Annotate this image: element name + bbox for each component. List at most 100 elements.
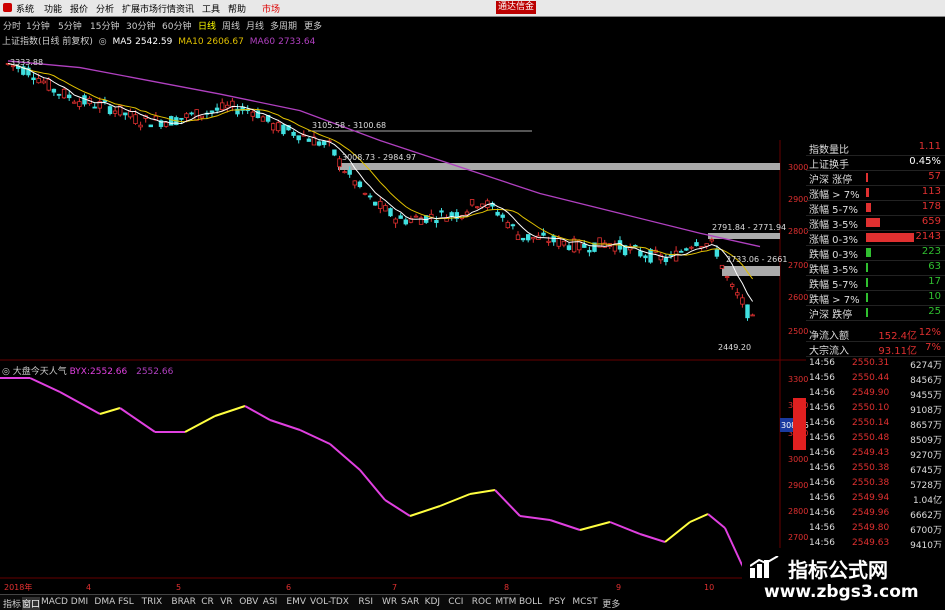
date-axis-tick: 7 [392,583,397,592]
stat-value: 17 [928,276,941,287]
indicator-segment [29,377,61,393]
indicator-tab[interactable]: CR [201,597,214,607]
trade-volume: 9455万 [910,391,942,401]
candle-body [500,214,505,218]
candle-body [469,199,475,206]
trade-row: 14:56 2550.48 8509万 [806,433,945,446]
indicator-segment [519,515,551,521]
indicator-settings-icon[interactable]: ◎ [2,367,10,377]
trade-volume: 9108万 [910,406,942,416]
indicator-tab[interactable]: KDJ [425,597,441,607]
trade-price: 2550.10 [852,403,890,413]
trade-time: 14:56 [809,373,835,383]
indicator-tab[interactable]: VR [220,597,232,607]
range4-annotation: 2733.06 - 2661 [726,255,787,264]
indicator-tab[interactable]: DMI [71,597,88,607]
candle-body [337,158,342,168]
trade-time: 14:56 [809,433,835,443]
candle-body [281,124,286,135]
candle-body [46,78,51,91]
candle-body [67,94,72,99]
date-axis-tick: 9 [616,583,621,592]
watermark-url: www.zbgs3.com [764,582,919,602]
indicator-tab[interactable]: 窗口 [22,597,41,610]
indicator-tab[interactable]: RSI [358,597,373,607]
indicator-segment [549,519,581,531]
trade-volume: 8456万 [910,376,942,386]
candle-body [633,245,638,247]
watermark-title: 指标公式网 [788,558,888,582]
stat-row: 涨幅 3-5% 659 [806,215,945,231]
candle-body [209,110,215,113]
candle-body [163,122,169,127]
stat-value: 1.11 [918,141,941,152]
candle-body [107,106,113,115]
stat-row: 跌幅 > 7% 10 [806,290,945,306]
candle-body [199,115,204,119]
indicator-tab[interactable]: MTM [495,597,516,607]
candle-body [92,106,97,109]
indicator-tab[interactable]: BOLL [519,597,542,607]
candle-body [123,112,128,116]
date-axis-tick: 8 [504,583,509,592]
trade-time: 14:56 [809,418,835,428]
indicator-segment [469,489,496,495]
stat-bar [866,188,869,197]
trade-price: 2550.31 [852,358,890,368]
indicator-tab[interactable]: 指标 [3,597,21,610]
indicator-tab[interactable]: CCI [448,597,463,607]
candlestick-chart[interactable]: 3333.88 3105.58 - 3100.68 3008.73 - 2984… [0,0,945,609]
candle-body [214,107,220,111]
indicator-tab[interactable]: VOL-TDX [310,597,349,607]
candle-body [719,264,725,269]
indicator-tab[interactable]: BRAR [171,597,195,607]
candle-body [260,116,266,122]
stat-bar [866,278,868,287]
indicator-tab[interactable]: SAR [401,597,419,607]
indicator-tab[interactable]: ASI [263,597,278,607]
stat-row: 涨幅 5-7% 178 [806,200,945,216]
trade-row: 14:56 2550.10 9108万 [806,403,945,416]
indicator-tab[interactable]: WR [382,597,397,607]
indicator-tab[interactable]: EMV [286,597,306,607]
candle-body [724,276,730,278]
indicator-tab[interactable]: ROC [472,597,492,607]
stat-value: 178 [921,201,941,212]
indicator-tab[interactable]: PSY [549,597,566,607]
trade-row: 14:56 2550.44 8456万 [806,373,945,386]
indicator-segment [244,405,271,421]
indicator-tab[interactable]: DMA [94,597,115,607]
indicator-tab[interactable]: TRIX [142,597,163,607]
candle-body [714,249,720,257]
indicator-tab[interactable]: MACD [41,597,68,607]
stat-label: 涨幅 5-7% [809,205,859,216]
candle-body [571,238,577,253]
candle-body [189,112,194,115]
indicator-segment [609,521,641,535]
candle-body [388,208,393,217]
byx-label: BYX: [69,367,91,377]
trade-price: 2549.43 [852,448,890,458]
stat-label: 涨幅 > 7% [809,190,860,201]
stat-row: 涨幅 0-3% 2143 [806,230,945,246]
candle-body [663,257,669,263]
indicator-tab[interactable]: MCST [572,597,597,607]
candle-body [383,205,388,212]
indicator-tab[interactable]: OBV [239,597,258,607]
trade-volume: 1.04亿 [912,496,942,506]
trade-price: 2550.14 [852,418,890,428]
indicator-segment [724,527,743,566]
flow-label: 净流入额 [809,331,849,342]
trade-row: 14:56 2550.38 5728万 [806,478,945,491]
stat-label: 沪深 跌停 [809,310,853,321]
candle-body [372,201,378,206]
date-axis-tick: 6 [286,583,291,592]
indicator-tab[interactable]: 更多 [602,597,620,610]
stat-label: 上证换手 [809,160,849,171]
byx-value: 2552.66 [90,367,128,377]
indicator-tab[interactable]: FSL [118,597,134,607]
date-axis-tick: 2018年 [4,582,32,592]
candle-body [439,210,444,213]
candle-body [316,141,322,146]
trade-volume: 6745万 [910,466,942,476]
